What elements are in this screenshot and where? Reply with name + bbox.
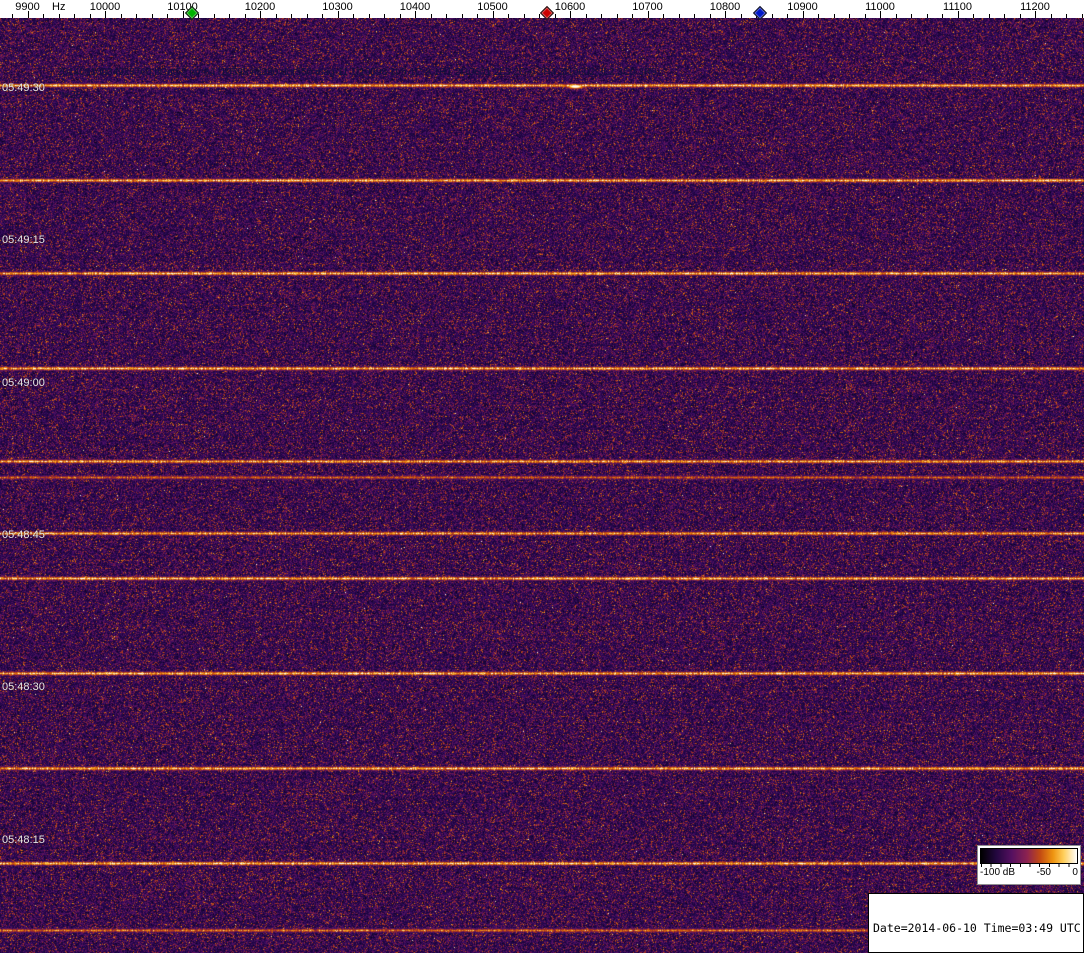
ruler-tick	[74, 14, 75, 18]
ruler-tick	[849, 14, 850, 18]
ruler-tick	[1082, 14, 1083, 18]
frequency-tick-label: 10900	[787, 1, 818, 13]
ruler-tick	[741, 14, 742, 18]
frequency-tick-label: 10300	[322, 1, 353, 13]
ruler-tick	[276, 14, 277, 18]
ruler-tick	[152, 14, 153, 18]
ruler-tick	[1051, 14, 1052, 18]
ruler-tick	[322, 14, 323, 18]
frequency-tick-label: 10500	[477, 1, 508, 13]
ruler-tick	[617, 14, 618, 18]
ruler-tick	[307, 14, 308, 18]
ruler-tick	[384, 14, 385, 18]
ruler-tick	[245, 14, 246, 18]
legend-mid-label: -50	[1037, 867, 1051, 879]
ruler-tick	[787, 14, 788, 18]
ruler-tick	[214, 14, 215, 18]
frequency-ruler: 9900100001010010200103001040010500106001…	[0, 0, 1084, 18]
detection-annotation: 20140610034928760 bCnt52 nb-84 f10598 hi…	[57, 67, 657, 78]
ruler-tick	[12, 14, 13, 18]
ruler-tick	[973, 14, 974, 18]
time-label: 05:49:00	[2, 377, 45, 389]
ruler-tick	[1066, 14, 1067, 18]
ruler-tick	[431, 14, 432, 18]
ruler-tick	[834, 14, 835, 18]
ruler-tick	[927, 14, 928, 18]
ruler-tick	[710, 14, 711, 18]
ruler-tick	[865, 14, 866, 18]
info-date-time: Date=2014-06-10 Time=03:49 UTC	[873, 922, 1079, 935]
frequency-tick-label: 11000	[865, 1, 895, 13]
frequency-tick-label: 10400	[400, 1, 431, 13]
frequency-tick-label: 11100	[943, 1, 972, 13]
ruler-tick	[477, 14, 478, 18]
ruler-tick	[43, 14, 44, 18]
ruler-tick	[121, 14, 122, 18]
frequency-tick-label: 10000	[90, 1, 121, 13]
frequency-tick-label: 10700	[632, 1, 663, 13]
ruler-tick	[1020, 14, 1021, 18]
time-label: 05:48:15	[2, 834, 45, 846]
frequency-tick-label: 11200	[1020, 1, 1050, 13]
ruler-tick	[694, 14, 695, 18]
ruler-tick	[353, 14, 354, 18]
ruler-tick	[896, 14, 897, 18]
ruler-tick	[942, 14, 943, 18]
ruler-tick	[198, 14, 199, 18]
ruler-tick	[369, 14, 370, 18]
ruler-tick	[632, 14, 633, 18]
frequency-tick-label: 10600	[555, 1, 586, 13]
ruler-tick	[989, 14, 990, 18]
ruler-tick	[911, 14, 912, 18]
ruler-tick	[586, 14, 587, 18]
color-gradient-bar	[980, 848, 1078, 864]
ruler-tick	[508, 14, 509, 18]
time-label: 05:48:45	[2, 529, 45, 541]
observation-info-box: Date=2014-06-10 Time=03:49 UTC Freq=143 …	[868, 893, 1084, 953]
ruler-tick	[446, 14, 447, 18]
ruler-tick	[539, 14, 540, 18]
frequency-unit-label: Hz	[52, 1, 65, 13]
legend-labels: -100 dB -50 0	[978, 867, 1080, 880]
color-scale-legend: -100 dB -50 0	[977, 845, 1081, 885]
spectrogram-canvas[interactable]	[0, 18, 1084, 953]
ruler-tick	[555, 14, 556, 18]
ruler-tick	[679, 14, 680, 18]
ruler-tick	[462, 14, 463, 18]
frequency-tick-label: 10800	[710, 1, 741, 13]
time-label: 05:49:30	[2, 82, 45, 94]
ruler-tick	[136, 14, 137, 18]
ruler-tick	[524, 14, 525, 18]
time-offset-annotation: ^t+28	[57, 90, 81, 101]
ruler-tick	[818, 14, 819, 18]
ruler-tick	[59, 14, 60, 18]
time-label: 05:49:15	[2, 234, 45, 246]
legend-max-label: 0	[1072, 867, 1078, 879]
frequency-tick-label: 9900	[15, 1, 39, 13]
legend-min-label: -100 dB	[980, 867, 1015, 879]
ruler-tick	[229, 14, 230, 18]
time-label: 05:48:30	[2, 681, 45, 693]
ruler-tick	[400, 14, 401, 18]
ruler-tick	[601, 14, 602, 18]
spectrogram-plot: 20140610034928760 bCnt52 nb-84 f10598 hi…	[0, 18, 1084, 953]
ruler-tick	[167, 14, 168, 18]
ruler-tick	[90, 14, 91, 18]
frequency-tick-label: 10200	[245, 1, 276, 13]
ruler-tick	[663, 14, 664, 18]
red-diamond-marker[interactable]	[540, 6, 554, 20]
ruler-tick	[1004, 14, 1005, 18]
ruler-tick	[291, 14, 292, 18]
ruler-tick	[772, 14, 773, 18]
blue-diamond-marker[interactable]	[753, 6, 767, 20]
meteor-echo-spectrogram-app: 9900100001010010200103001040010500106001…	[0, 0, 1084, 953]
